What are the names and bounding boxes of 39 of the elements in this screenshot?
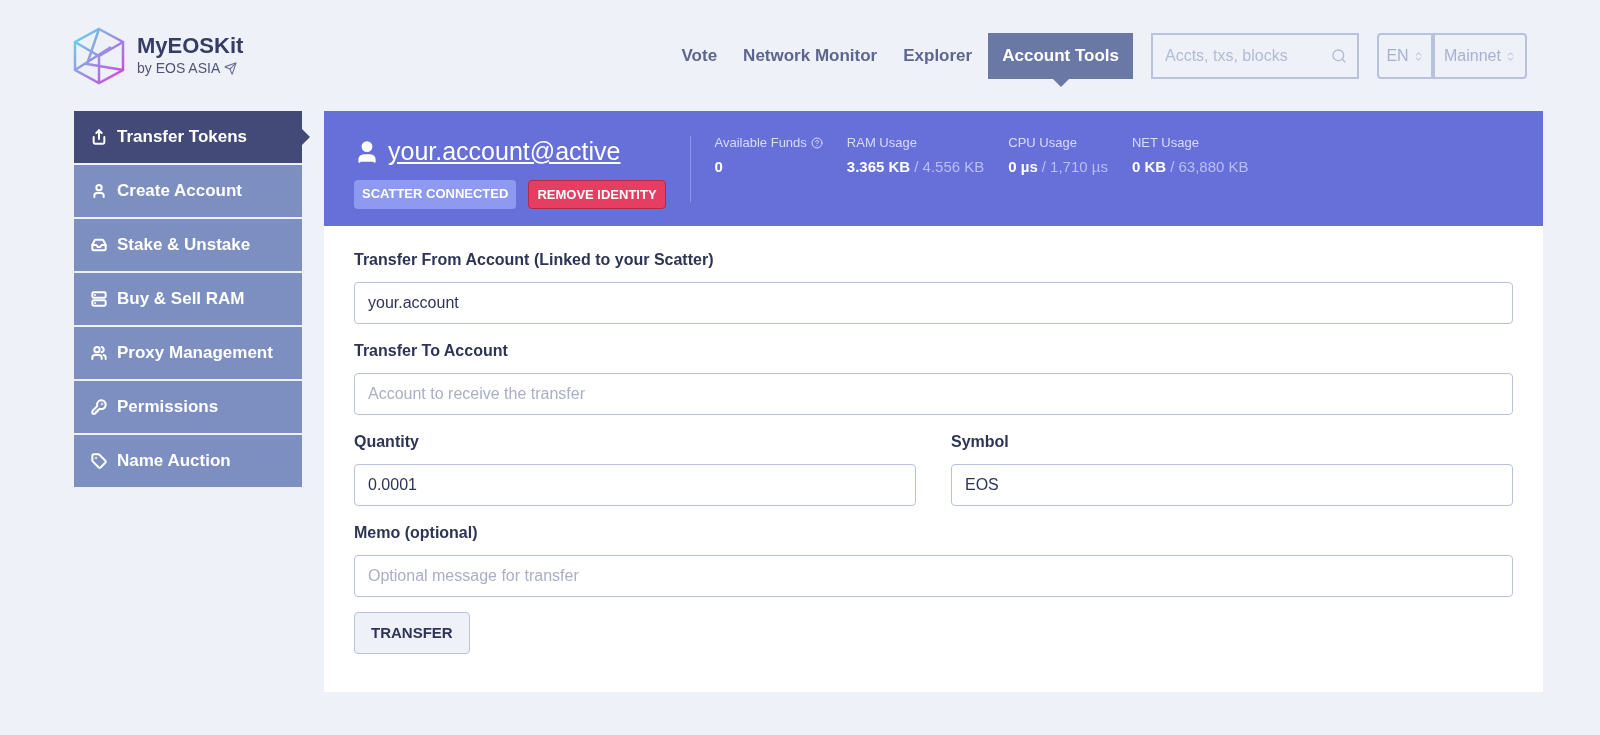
field-label: Transfer From Account (Linked to your Scatter) (354, 250, 715, 270)
stat-total: / 1,710 µs (1041, 156, 1108, 177)
nav-tab[interactable]: Account Tools (988, 33, 1133, 79)
stat-label: NET Usage (1131, 134, 1199, 152)
nav-tab[interactable]: Explorer (893, 33, 983, 79)
remove-identity-button[interactable]: REMOVE IDENTITY (528, 179, 666, 209)
stat-total: / 4.556 KB (914, 156, 985, 177)
stat-value: 0 (714, 156, 723, 177)
account-link[interactable]: your.account@active (388, 133, 621, 171)
sidebar-item[interactable]: Transfer Tokens (74, 111, 302, 163)
sidebar-item[interactable]: Name Auction (74, 435, 302, 487)
text-field[interactable]: Optional message for transfer (354, 555, 1513, 597)
nav-tab[interactable]: Vote (671, 33, 728, 79)
text-field[interactable]: Account to receive the transfer (354, 373, 1513, 415)
sidebar-item[interactable]: Stake & Unstake (74, 219, 302, 271)
text-field[interactable]: your.account (354, 282, 1513, 324)
stat-value: 3.365 KB (846, 156, 911, 177)
sidebar-item[interactable]: Create Account (74, 165, 302, 217)
stat-total: / 63,880 KB (1170, 156, 1249, 177)
sidebar-item[interactable]: Permissions (74, 381, 302, 433)
stat-label: CPU Usage (1008, 134, 1077, 152)
brand-byline: by EOS ASIA (137, 58, 221, 78)
sidebar-item[interactable]: Buy & Sell RAM (74, 273, 302, 325)
text-field[interactable]: 0.0001 (354, 464, 916, 506)
field-label: Quantity (354, 432, 420, 452)
transfer-button[interactable]: TRANSFER (354, 612, 470, 654)
status-badge: SCATTER CONNECTED (354, 179, 517, 209)
field-label: Symbol (951, 432, 1010, 452)
sidebar-item[interactable]: Proxy Management (74, 327, 302, 379)
brand-name: MyEOSKit (137, 33, 244, 58)
field-label: Memo (optional) (354, 523, 479, 543)
stat-label: RAM Usage (846, 134, 917, 152)
search-field[interactable]: Accts, txs, blocks (1151, 33, 1359, 79)
field-label: Transfer To Account (354, 341, 509, 361)
text-field[interactable]: EOS (951, 464, 1513, 506)
stat-value: 0 KB (1131, 156, 1167, 177)
stat-label: Available Funds (714, 134, 807, 152)
nav-tab[interactable]: Network Monitor (733, 33, 888, 79)
stat-value: 0 µs (1008, 156, 1038, 177)
